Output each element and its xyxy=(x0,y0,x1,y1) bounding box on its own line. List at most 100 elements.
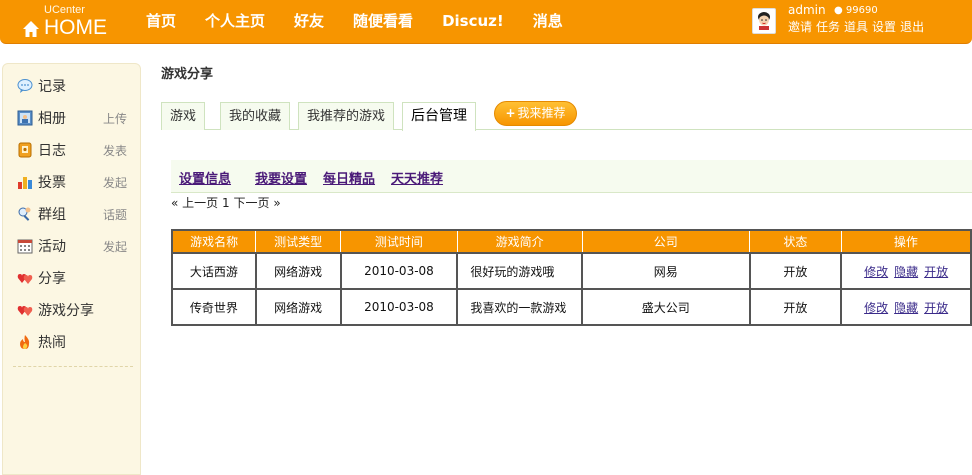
top-header: UCenter HOME 首页 个人主页 好友 随便看看 Discuz! 消息 … xyxy=(0,0,972,44)
tab-games[interactable]: 游戏 xyxy=(161,102,206,130)
sidebar-item-poll[interactable]: 投票 发起 xyxy=(17,172,137,192)
sidebar-sub-link[interactable]: 发起 xyxy=(103,238,127,255)
sidebar-sub-link[interactable]: 发起 xyxy=(103,174,127,191)
sidebar-item-label: 群组 xyxy=(38,207,66,223)
cell-actions: 修改 隐藏 开放 xyxy=(840,252,972,290)
sidebar-item-blog[interactable]: 日志 发表 xyxy=(17,140,137,160)
sidebar-item-label: 相册 xyxy=(38,111,66,127)
sidebar: 记录 相册 上传 日志 发表 投票 发起 群组 话题 活动 发起 分享 游戏分享… xyxy=(2,63,141,475)
sidebar-item-album[interactable]: 相册 上传 xyxy=(17,108,137,128)
hearts-icon xyxy=(17,306,33,316)
nav-friends[interactable]: 好友 xyxy=(294,0,324,44)
user-avatar-icon xyxy=(758,12,770,30)
speech-bubble-icon xyxy=(17,79,33,93)
edit-link[interactable]: 修改 xyxy=(864,265,888,279)
cell-game-name: 大话西游 xyxy=(171,252,257,290)
poll-icon xyxy=(18,177,32,189)
subnav-daily-recommend[interactable]: 天天推荐 xyxy=(391,168,443,187)
col-game-name: 游戏名称 xyxy=(171,229,257,254)
nav-explore[interactable]: 随便看看 xyxy=(353,0,413,44)
logo-home-text: HOME xyxy=(44,16,107,39)
edit-link[interactable]: 修改 xyxy=(864,301,888,315)
open-link[interactable]: 开放 xyxy=(924,301,948,315)
cell-status: 开放 xyxy=(748,252,843,290)
tasks-link[interactable]: 任务 xyxy=(816,18,840,35)
sidebar-sub-link[interactable]: 上传 xyxy=(103,110,127,127)
sidebar-item-game-share[interactable]: 游戏分享 xyxy=(17,300,137,320)
cell-actions: 修改 隐藏 开放 xyxy=(840,288,972,326)
cell-status: 开放 xyxy=(748,288,843,326)
open-link[interactable]: 开放 xyxy=(924,265,948,279)
user-name[interactable]: admin xyxy=(788,3,826,17)
sidebar-item-hot[interactable]: 热闹 xyxy=(17,332,137,352)
cell-test-date: 2010-03-08 xyxy=(339,288,459,326)
cell-company: 网易 xyxy=(581,252,751,290)
sidebar-item-group[interactable]: 群组 话题 xyxy=(17,204,137,224)
sidebar-item-share[interactable]: 分享 xyxy=(17,268,137,288)
sidebar-divider xyxy=(13,366,133,367)
logo-ucenter-text: UCenter xyxy=(44,4,85,16)
cell-description: 我喜欢的一款游戏 xyxy=(456,288,583,326)
col-test-type: 测试类型 xyxy=(255,229,342,254)
photo-icon xyxy=(17,110,33,126)
recommend-button-label: 我来推荐 xyxy=(517,106,566,120)
hide-link[interactable]: 隐藏 xyxy=(894,301,918,315)
tab-admin[interactable]: 后台管理 xyxy=(402,102,476,131)
subnav-my-settings[interactable]: 我要设置 xyxy=(255,168,307,187)
props-link[interactable]: 道具 xyxy=(844,18,868,35)
last-page-link[interactable]: » xyxy=(273,196,280,210)
table-header-row: 游戏名称 测试类型 测试时间 游戏简介 公司 状态 操作 xyxy=(171,229,972,254)
user-coins: ● 99690 xyxy=(834,5,878,16)
sidebar-sub-link[interactable]: 话题 xyxy=(103,206,127,223)
subnav-daily-best[interactable]: 每日精品 xyxy=(323,168,375,187)
next-page-link[interactable]: 下一页 xyxy=(233,196,269,210)
col-status: 状态 xyxy=(749,229,842,254)
tab-my-recommended[interactable]: 我推荐的游戏 xyxy=(298,102,395,130)
house-icon xyxy=(23,21,39,37)
col-test-date: 测试时间 xyxy=(340,229,458,254)
cell-test-type: 网络游戏 xyxy=(254,288,342,326)
current-page: 1 xyxy=(222,196,230,210)
sidebar-sub-link[interactable]: 发表 xyxy=(103,142,127,159)
cell-description: 很好玩的游戏哦 xyxy=(456,252,583,290)
avatar[interactable] xyxy=(752,8,776,34)
sidebar-item-label: 日志 xyxy=(38,143,66,159)
pager: « 上一页 1 下一页 » xyxy=(171,194,281,211)
main-nav: 首页 个人主页 好友 随便看看 Discuz! 消息 xyxy=(146,0,592,44)
admin-subnav: 设置信息 我要设置 每日精品 天天推荐 xyxy=(171,160,972,193)
col-company: 公司 xyxy=(581,229,751,254)
sidebar-item-label: 热闹 xyxy=(38,335,66,351)
tab-favorites[interactable]: 我的收藏 xyxy=(220,102,291,130)
user-links: 邀请 任务 道具 设置 退出 xyxy=(788,18,928,35)
hearts-icon xyxy=(17,274,33,284)
nav-messages[interactable]: 消息 xyxy=(533,0,563,44)
logout-link[interactable]: 退出 xyxy=(900,18,924,35)
subnav-settings-info[interactable]: 设置信息 xyxy=(179,168,231,187)
recommend-button[interactable]: + 我来推荐 xyxy=(494,101,577,126)
cell-game-name: 传奇世界 xyxy=(171,288,257,326)
settings-link[interactable]: 设置 xyxy=(872,18,896,35)
calendar-icon xyxy=(17,239,33,254)
invite-link[interactable]: 邀请 xyxy=(788,18,812,35)
cell-test-date: 2010-03-08 xyxy=(339,252,459,290)
nav-discuz[interactable]: Discuz! xyxy=(442,0,504,44)
sidebar-item-event[interactable]: 活动 发起 xyxy=(17,236,137,256)
sidebar-item-label: 投票 xyxy=(38,175,66,191)
sidebar-item-label: 分享 xyxy=(38,271,66,287)
cell-test-type: 网络游戏 xyxy=(254,252,342,290)
group-icon xyxy=(18,207,31,221)
cell-company: 盛大公司 xyxy=(581,288,751,326)
plus-icon: + xyxy=(505,106,516,120)
sidebar-item-label: 记录 xyxy=(38,79,66,95)
user-coins-value: 99690 xyxy=(845,5,878,16)
table-row: 大话西游 网络游戏 2010-03-08 很好玩的游戏哦 网易 开放 修改 隐藏开… xyxy=(171,252,972,290)
nav-home[interactable]: 首页 xyxy=(146,0,176,44)
table-row: 传奇世界 网络游戏 2010-03-08 我喜欢的一款游戏 盛大公司 开放 修改… xyxy=(171,288,972,326)
games-table: 游戏名称 测试类型 测试时间 游戏简介 公司 状态 操作 大话西游 网络游戏 2… xyxy=(171,229,972,326)
nav-profile[interactable]: 个人主页 xyxy=(205,0,265,44)
sidebar-item-record[interactable]: 记录 xyxy=(17,76,137,96)
hide-link[interactable]: 隐藏 xyxy=(894,265,918,279)
sidebar-item-label: 游戏分享 xyxy=(38,303,94,319)
prev-page-link[interactable]: « 上一页 xyxy=(171,196,218,210)
col-actions: 操作 xyxy=(840,229,972,254)
